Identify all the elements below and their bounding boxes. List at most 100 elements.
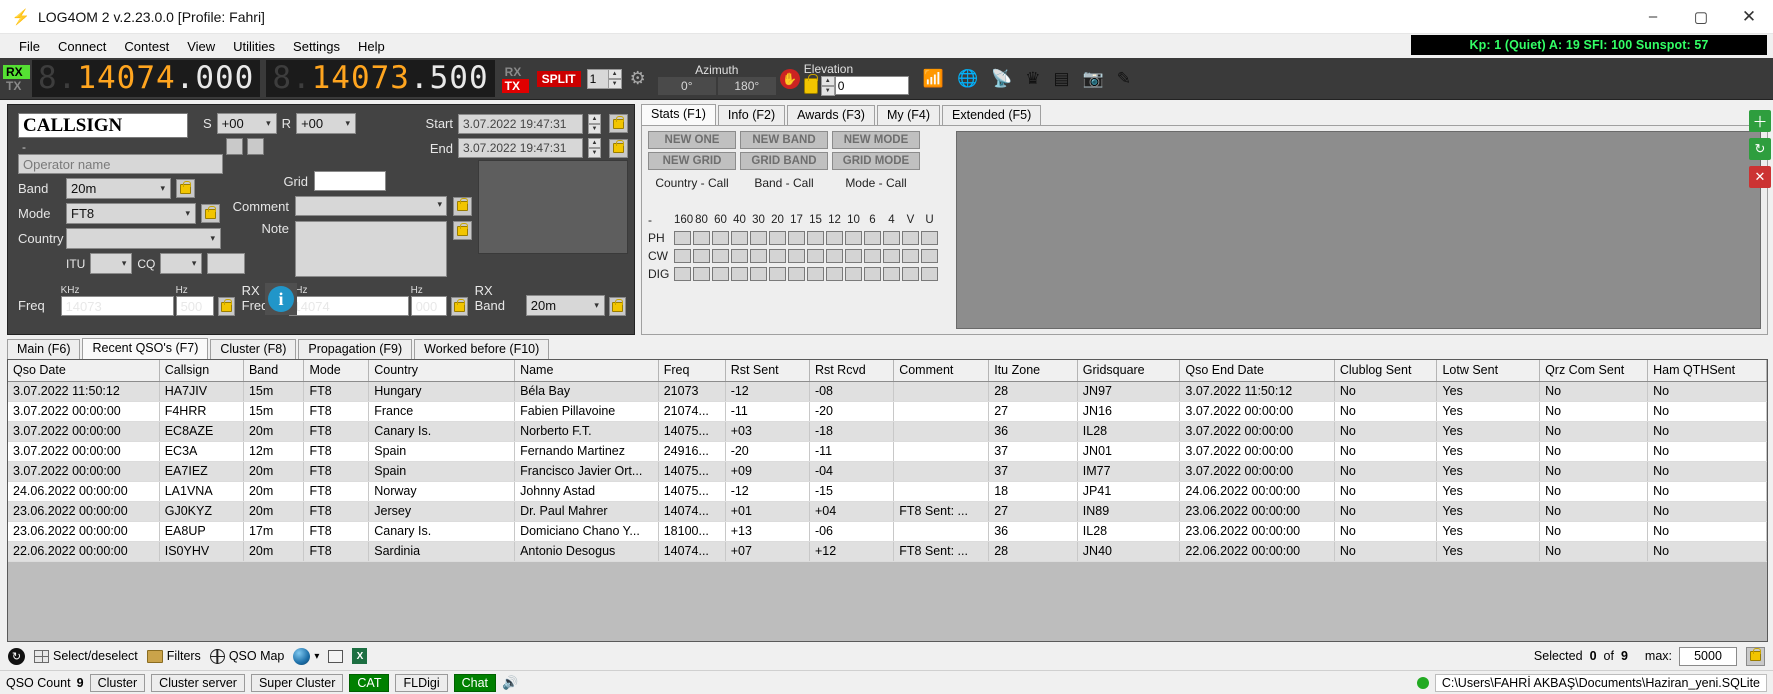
menu-item-help[interactable]: Help <box>349 36 394 57</box>
google-earth-button[interactable]: ▾ <box>293 647 319 665</box>
tab-propagation[interactable]: Propagation (F9) <box>298 339 413 359</box>
band-cell[interactable] <box>674 231 691 245</box>
end-spinner[interactable]: ▲ ▼ <box>588 138 601 158</box>
menu-item-file[interactable]: File <box>10 36 49 57</box>
table-row[interactable]: 24.06.2022 00:00:00 LA1VNA 20m FT8 Norway Joh… <box>8 481 1767 502</box>
col-clublog-sent[interactable]: Clublog Sent <box>1334 360 1438 382</box>
qso-map-button[interactable]: QSO Map <box>209 648 284 664</box>
band-cell[interactable] <box>807 249 824 263</box>
status-button-cat[interactable]: CAT <box>349 673 390 692</box>
menu-item-view[interactable]: View <box>178 36 224 57</box>
status-button-fldigi[interactable]: FLDigi <box>395 673 448 692</box>
band-cell[interactable] <box>921 267 938 281</box>
table-row[interactable]: 22.06.2022 00:00:00 IS0YHV 20m FT8 Sardinia A… <box>8 541 1767 562</box>
max-lock-button[interactable] <box>1746 646 1765 666</box>
table-row[interactable]: 3.07.2022 00:00:00 EC3A 12m FT8 Spain Fernand… <box>8 441 1767 462</box>
col-band[interactable]: Band <box>243 360 305 382</box>
band-lock-button[interactable] <box>176 179 195 198</box>
col-qrz-com-sent[interactable]: Qrz Com Sent <box>1539 360 1649 382</box>
camera-icon[interactable]: 📷 <box>1083 70 1104 87</box>
filters-button[interactable]: Filters <box>146 649 201 663</box>
band-cell[interactable] <box>864 267 881 281</box>
freq-khz-input[interactable]: 14073 <box>60 296 174 316</box>
band-cell[interactable] <box>712 267 729 281</box>
menu-item-settings[interactable]: Settings <box>284 36 349 57</box>
new-mode-button[interactable]: NEW MODE <box>832 131 920 149</box>
band-select[interactable]: 20m ▾ <box>66 178 171 199</box>
col-country[interactable]: Country <box>368 360 516 382</box>
band-cell[interactable] <box>788 267 805 281</box>
end-datetime-input[interactable]: 3.07.2022 19:47:31 <box>458 138 583 158</box>
band-cell[interactable] <box>845 267 862 281</box>
padlock-icon[interactable] <box>803 73 818 94</box>
col-itu-zone[interactable]: Itu Zone <box>988 360 1078 382</box>
band-cell[interactable] <box>712 231 729 245</box>
antenna-icon[interactable]: 📡 <box>991 70 1012 87</box>
band-cell[interactable] <box>902 231 919 245</box>
grid-mode-button[interactable]: GRID MODE <box>832 152 920 170</box>
table-row[interactable]: 3.07.2022 00:00:00 EC8AZE 20m FT8 Canary Is.… <box>8 421 1767 442</box>
band-cell[interactable] <box>693 267 710 281</box>
col-gridsquare[interactable]: Gridsquare <box>1077 360 1181 382</box>
band-cell[interactable] <box>864 249 881 263</box>
band-cell[interactable] <box>864 231 881 245</box>
col-rst-rcvd[interactable]: Rst Rcvd <box>809 360 895 382</box>
band-cell[interactable] <box>826 267 843 281</box>
band-cell[interactable] <box>769 231 786 245</box>
band-cell[interactable] <box>769 249 786 263</box>
chevron-down-icon[interactable]: ▾ <box>314 651 319 662</box>
band-cell[interactable] <box>902 249 919 263</box>
add-icon[interactable]: ＋ <box>1749 110 1771 132</box>
window-icon[interactable] <box>328 649 344 663</box>
col-freq[interactable]: Freq <box>658 360 726 382</box>
tab-awards[interactable]: Awards (F3) <box>787 105 875 125</box>
elevation-spinner[interactable]: ▲ ▼ <box>820 75 835 96</box>
col-qso-end-date[interactable]: Qso End Date <box>1179 360 1335 382</box>
band-cell[interactable] <box>883 267 900 281</box>
band-cell[interactable] <box>731 267 748 281</box>
max-input[interactable]: 5000 <box>1679 646 1737 666</box>
info-icon[interactable]: i <box>265 283 297 315</box>
band-cell[interactable] <box>788 231 805 245</box>
band-cell[interactable] <box>826 231 843 245</box>
minimize-button[interactable]: – <box>1629 0 1677 34</box>
band-cell[interactable] <box>731 249 748 263</box>
band-cell[interactable] <box>826 249 843 263</box>
radio-number-input[interactable] <box>586 68 609 89</box>
band-cell[interactable] <box>902 267 919 281</box>
status-button-cluster-server[interactable]: Cluster server <box>151 673 245 692</box>
comment-select[interactable]: ▾ <box>295 196 447 216</box>
col-mode[interactable]: Mode <box>303 360 370 382</box>
stop-hand-icon[interactable]: ✋ <box>779 68 800 89</box>
col-callsign[interactable]: Callsign <box>159 360 244 382</box>
globe-icon[interactable]: 🌐 <box>957 70 978 87</box>
col-name[interactable]: Name <box>514 360 659 382</box>
radio-number-stepper[interactable]: ▲▼ <box>586 68 622 89</box>
tab-worked-before[interactable]: Worked before (F10) <box>414 339 550 359</box>
band-cell[interactable] <box>693 249 710 263</box>
refresh-icon[interactable]: ↻ <box>8 647 25 665</box>
band-cell[interactable] <box>769 267 786 281</box>
band-cell[interactable] <box>750 249 767 263</box>
operator-name-input[interactable]: Operator name <box>18 154 223 174</box>
band-cell[interactable] <box>674 249 691 263</box>
s-select[interactable]: +00 ▾ <box>216 113 277 134</box>
mode-select[interactable]: FT8 ▾ <box>66 203 196 224</box>
band-cell[interactable] <box>788 249 805 263</box>
clear-icon[interactable]: ✕ <box>1749 166 1771 188</box>
split-badge[interactable]: SPLIT <box>536 70 581 87</box>
vfo-b-display[interactable]: 8. 14073 .500 <box>266 60 495 97</box>
tab-extended[interactable]: Extended (F5) <box>942 105 1042 125</box>
table-row[interactable]: 23.06.2022 00:00:00 EA8UP 17m FT8 Canary Is.… <box>8 521 1767 542</box>
tab-my[interactable]: My (F4) <box>876 105 941 125</box>
new-band-button[interactable]: NEW BAND <box>740 131 828 149</box>
select-deselect-button[interactable]: Select/deselect <box>34 649 138 663</box>
tab-info[interactable]: Info (F2) <box>717 105 786 125</box>
vfo-a-display[interactable]: 8. 14074 .000 <box>32 60 261 97</box>
comment-lock-button[interactable] <box>453 196 472 216</box>
band-cell[interactable] <box>807 267 824 281</box>
checkbox-2[interactable] <box>247 138 264 155</box>
table-row[interactable]: 3.07.2022 00:00:00 EA7IEZ 20m FT8 Spain Franc… <box>8 461 1767 482</box>
band-cell[interactable] <box>674 267 691 281</box>
start-spinner[interactable]: ▲ ▼ <box>588 113 601 134</box>
